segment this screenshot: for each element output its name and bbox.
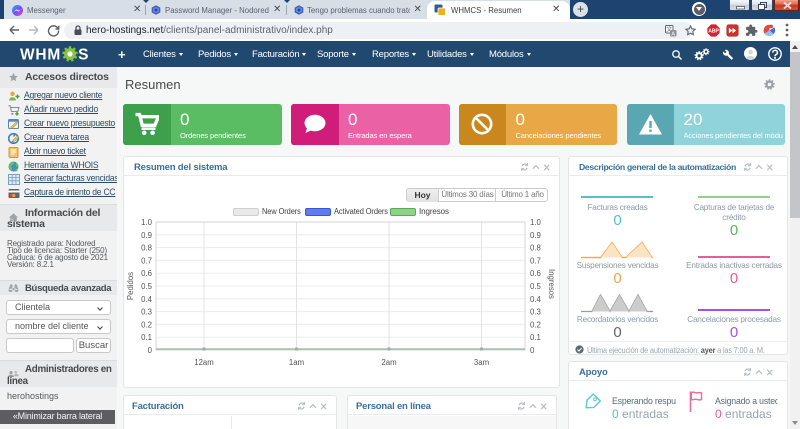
svg-text:0.9: 0.9 bbox=[141, 231, 152, 240]
svg-text:Pedidos: Pedidos bbox=[126, 272, 135, 300]
svg-text:1.0: 1.0 bbox=[530, 218, 542, 227]
svg-text:0.6: 0.6 bbox=[141, 269, 152, 278]
svg-text:0.3: 0.3 bbox=[141, 308, 152, 317]
svg-text:0: 0 bbox=[530, 346, 535, 355]
svg-text:0.9: 0.9 bbox=[530, 231, 541, 240]
svg-text:0.4: 0.4 bbox=[530, 295, 542, 304]
svg-text:12am: 12am bbox=[194, 358, 214, 367]
svg-text:3am: 3am bbox=[474, 358, 489, 367]
svg-text:0.5: 0.5 bbox=[530, 282, 542, 291]
svg-text:0.5: 0.5 bbox=[141, 282, 153, 291]
svg-text:0.8: 0.8 bbox=[530, 244, 541, 253]
svg-text:A: A bbox=[671, 31, 675, 37]
svg-text:0.4: 0.4 bbox=[141, 295, 153, 304]
svg-text:0.2: 0.2 bbox=[141, 320, 152, 329]
svg-text:1.0: 1.0 bbox=[141, 218, 153, 227]
svg-text:ABP: ABP bbox=[708, 29, 719, 35]
svg-text:0.2: 0.2 bbox=[530, 320, 541, 329]
svg-text:0.7: 0.7 bbox=[141, 256, 152, 265]
svg-text:0.7: 0.7 bbox=[530, 256, 541, 265]
svg-text:0: 0 bbox=[148, 346, 153, 355]
svg-text:2am: 2am bbox=[381, 358, 396, 367]
svg-text:0.1: 0.1 bbox=[141, 333, 152, 342]
svg-text:Ingresos: Ingresos bbox=[547, 269, 556, 299]
svg-text:0.8: 0.8 bbox=[141, 244, 152, 253]
svg-text:0.1: 0.1 bbox=[530, 333, 541, 342]
svg-text:0.3: 0.3 bbox=[530, 308, 541, 317]
svg-text:1am: 1am bbox=[289, 358, 304, 367]
svg-text:0.6: 0.6 bbox=[530, 269, 541, 278]
